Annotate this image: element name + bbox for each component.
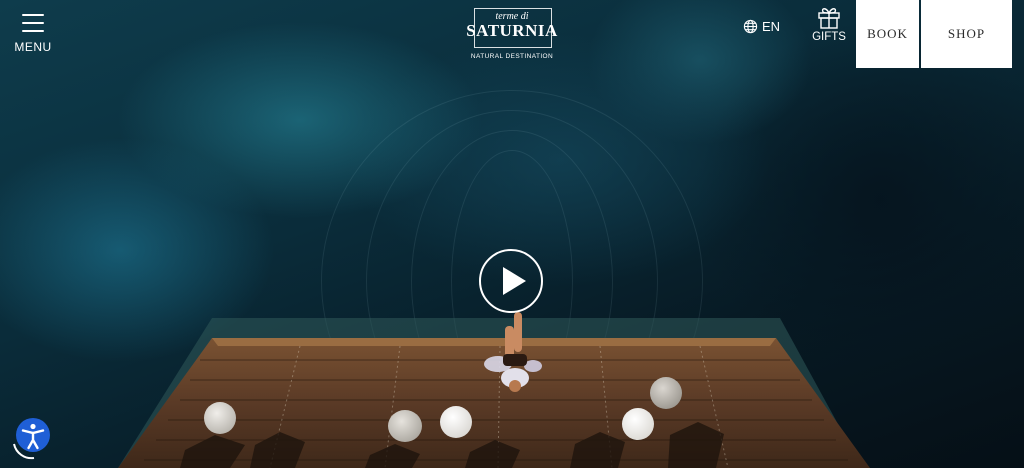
- hamburger-icon: [22, 22, 44, 24]
- gifts-label: GIFTS: [812, 31, 846, 43]
- shop-button[interactable]: SHOP: [921, 0, 1012, 68]
- book-button[interactable]: BOOK: [856, 0, 919, 68]
- gifts-link[interactable]: GIFTS: [808, 5, 850, 45]
- hamburger-icon: [22, 30, 44, 32]
- play-icon: [503, 267, 526, 295]
- gift-icon: [818, 8, 840, 29]
- hamburger-icon: [22, 14, 44, 16]
- globe-icon: [743, 19, 758, 33]
- logo-tagline: NATURAL DESTINATION: [470, 53, 554, 60]
- lounge-stone: [622, 408, 654, 440]
- lounge-stone: [650, 377, 682, 409]
- menu-label: MENU: [14, 40, 52, 54]
- accessibility-button[interactable]: [8, 418, 52, 462]
- lounge-stone: [440, 406, 472, 438]
- menu-button[interactable]: MENU: [12, 10, 54, 54]
- hero-background: [0, 0, 1024, 468]
- site-header: MENU terme di SATURNIA NATURAL DESTINATI…: [0, 0, 1024, 70]
- play-video-button[interactable]: [479, 249, 543, 313]
- wooden-deck: [118, 312, 870, 468]
- language-selector[interactable]: EN: [743, 16, 780, 36]
- language-label: EN: [762, 18, 781, 34]
- lounge-stone: [388, 410, 422, 442]
- lounge-stone: [204, 402, 236, 434]
- logo-main-text: SATURNIA: [466, 21, 558, 40]
- accessibility-icon: [13, 418, 50, 460]
- site-logo[interactable]: terme di SATURNIA NATURAL DESTINATION: [466, 6, 558, 66]
